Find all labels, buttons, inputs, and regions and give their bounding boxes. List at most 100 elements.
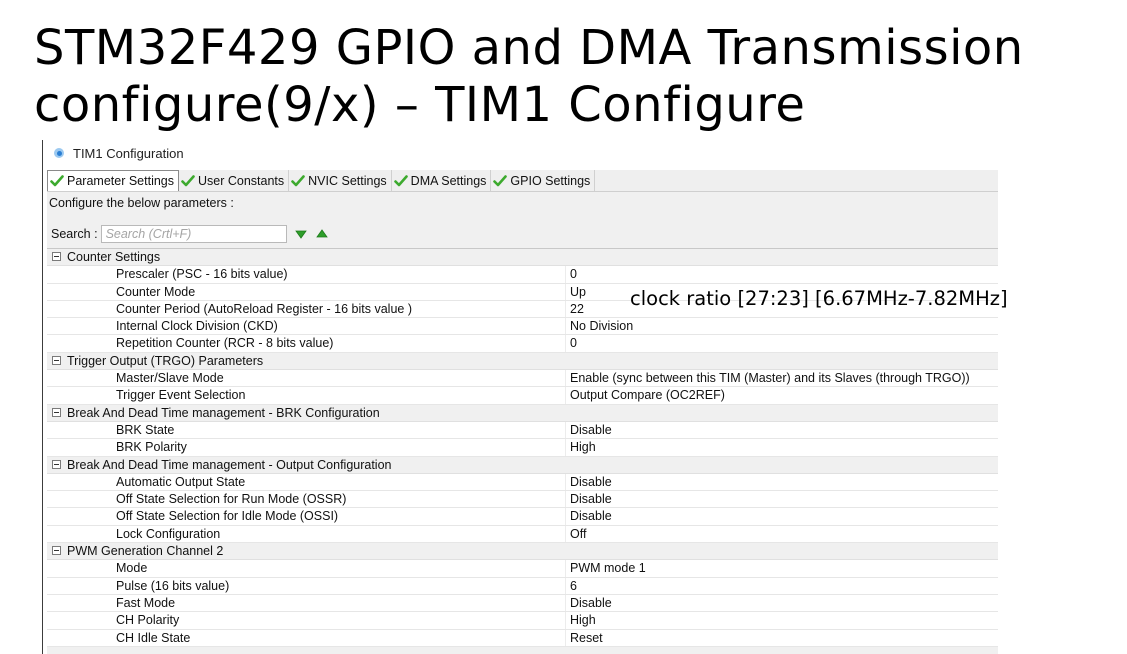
parameter-row[interactable]: Mode PWM mode 1	[47, 560, 998, 578]
parameter-value[interactable]: 22	[570, 301, 584, 317]
group-row[interactable]: Counter Settings	[47, 249, 998, 267]
tab-label: User Constants	[198, 173, 285, 188]
parameter-value[interactable]: 6	[570, 578, 577, 594]
collapse-toggle-icon[interactable]	[52, 459, 61, 469]
column-divider	[565, 439, 566, 456]
column-divider	[565, 266, 566, 283]
collapse-toggle-icon[interactable]	[52, 355, 61, 365]
column-divider	[565, 473, 566, 491]
group-row[interactable]: PWM Generation Channel 2	[47, 543, 998, 561]
search-prev-arrow-up-icon[interactable]	[315, 228, 328, 240]
parameter-row[interactable]: Fast Mode Disable	[47, 594, 998, 613]
group-label: Trigger Output (TRGO) Parameters	[67, 353, 264, 368]
tab-strip: Parameter Settings User Constants NVIC Set…	[47, 170, 998, 192]
parameter-value[interactable]: Disable	[570, 422, 612, 438]
search-label: Search :	[51, 227, 98, 241]
parameter-name: Internal Clock Division (CKD)	[116, 319, 278, 334]
parameter-value[interactable]: PWM mode 1	[570, 560, 646, 576]
column-divider	[565, 283, 566, 300]
column-divider	[565, 300, 566, 318]
parameter-name: Fast Mode	[116, 595, 176, 610]
parameter-value[interactable]: Output Compare (OC2REF)	[570, 387, 725, 403]
column-divider	[565, 577, 566, 594]
collapse-toggle-icon[interactable]	[52, 546, 61, 556]
parameter-value[interactable]: Enable (sync between this TIM (Master) a…	[570, 370, 970, 386]
parameter-row[interactable]: Master/Slave Mode Enable (sync between th…	[47, 370, 998, 388]
parameter-name: Counter Period (AutoReload Register - 16…	[116, 301, 412, 316]
column-divider	[565, 335, 566, 352]
column-divider	[565, 612, 566, 629]
column-divider	[565, 629, 566, 646]
parameter-row[interactable]: Off State Selection for Run Mode (OSSR) D…	[47, 491, 998, 509]
check-icon	[393, 174, 408, 188]
parameter-name: Prescaler (PSC - 16 bits value)	[116, 267, 288, 282]
parameter-name: Repetition Counter (RCR - 8 bits value)	[116, 336, 334, 351]
tab-user-constants[interactable]: User Constants	[179, 170, 290, 191]
parameter-value[interactable]: High	[570, 612, 596, 628]
search-next-arrow-down-icon[interactable]	[294, 228, 307, 240]
parameter-value[interactable]: Off	[570, 526, 586, 542]
parameter-value[interactable]: Up	[570, 284, 586, 300]
parameter-name: Off State Selection for Run Mode (OSSR)	[116, 492, 347, 507]
parameter-name: CH Idle State	[116, 630, 191, 645]
parameter-row[interactable]: BRK State Disable	[47, 421, 998, 440]
parameter-row[interactable]: Repetition Counter (RCR - 8 bits value) 0	[47, 335, 998, 353]
parameter-value[interactable]: No Division	[570, 318, 633, 334]
tab-parameter-settings[interactable]: Parameter Settings	[47, 170, 179, 191]
parameter-name: Lock Configuration	[116, 526, 221, 541]
tab-nvic-settings[interactable]: NVIC Settings	[289, 170, 392, 191]
parameter-name: BRK State	[116, 422, 175, 437]
parameter-name: Pulse (16 bits value)	[116, 578, 230, 593]
group-label: Break And Dead Time management - BRK Con…	[67, 405, 380, 420]
parameter-row[interactable]: Off State Selection for Idle Mode (OSSI)…	[47, 508, 998, 526]
parameter-name: Off State Selection for Idle Mode (OSSI)	[116, 509, 339, 524]
collapse-toggle-icon[interactable]	[52, 252, 61, 261]
column-divider	[565, 421, 566, 439]
tab-dma-settings[interactable]: DMA Settings	[392, 170, 492, 191]
tab-gpio-settings[interactable]: GPIO Settings	[491, 170, 596, 191]
group-row[interactable]: Break And Dead Time management - Output …	[47, 456, 998, 474]
group-row[interactable]: Trigger Output (TRGO) Parameters	[47, 352, 998, 371]
parameter-row[interactable]: Lock Configuration Off	[47, 525, 998, 544]
collapse-toggle-icon[interactable]	[52, 407, 61, 417]
parameter-value[interactable]: Disable	[570, 474, 612, 490]
parameter-name: Automatic Output State	[116, 474, 246, 489]
column-divider	[565, 508, 566, 525]
parameter-value[interactable]: Disable	[570, 508, 612, 524]
tab-label: Parameter Settings	[67, 174, 174, 188]
parameter-value[interactable]: Reset	[570, 630, 603, 646]
window-title: TIM1 Configuration	[73, 145, 184, 161]
parameter-name: Mode	[116, 561, 148, 576]
parameter-value[interactable]: High	[570, 439, 596, 455]
group-label: Break And Dead Time management - Output …	[67, 457, 392, 472]
parameter-value[interactable]: Disable	[570, 491, 612, 507]
parameter-row[interactable]: Prescaler (PSC - 16 bits value) 0	[47, 266, 998, 284]
column-divider	[565, 318, 566, 335]
parameter-row[interactable]: Pulse (16 bits value) 6	[47, 577, 998, 595]
parameter-name: CH Polarity	[116, 613, 180, 628]
app-gear-icon	[53, 147, 65, 159]
parameter-value[interactable]: 0	[570, 335, 577, 351]
parameter-row[interactable]: BRK Polarity High	[47, 439, 998, 457]
parameter-value[interactable]: Disable	[570, 595, 612, 611]
window-title-bar: TIM1 Configuration	[53, 145, 184, 161]
parameter-row[interactable]: Internal Clock Division (CKD) No Division	[47, 318, 998, 336]
parameter-row[interactable]: CH Polarity High	[47, 612, 998, 630]
parameter-row[interactable]: CH Idle State Reset	[47, 629, 998, 647]
group-label: Counter Settings	[67, 250, 161, 264]
parameter-name: Counter Mode	[116, 284, 196, 299]
parameter-value[interactable]: 0	[570, 266, 577, 282]
parameter-row[interactable]: Automatic Output State Disable	[47, 473, 998, 492]
parameter-name: Trigger Event Selection	[116, 388, 246, 403]
search-row: Search :	[51, 224, 328, 244]
parameter-row[interactable]: Trigger Event Selection Output Compare (O…	[47, 387, 998, 405]
tab-label: NVIC Settings	[308, 173, 387, 188]
slide-title-line-2: configure(9/x) – TIM1 Configure	[34, 77, 806, 133]
check-icon	[291, 174, 305, 188]
parameter-name: BRK Polarity	[116, 440, 187, 455]
group-row[interactable]: Break And Dead Time management - BRK Con…	[47, 404, 998, 422]
column-divider	[565, 594, 566, 612]
search-input[interactable]	[100, 225, 287, 243]
tab-label: GPIO Settings	[510, 173, 591, 188]
column-divider	[565, 525, 566, 543]
